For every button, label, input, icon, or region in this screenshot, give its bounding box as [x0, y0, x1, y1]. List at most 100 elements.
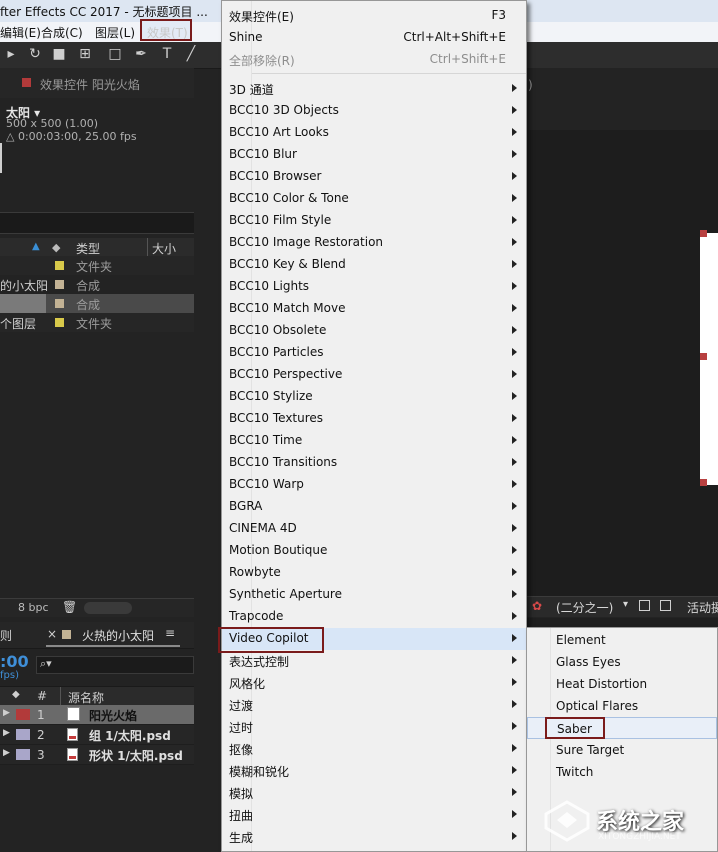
- expand-icon[interactable]: ▶: [3, 708, 10, 718]
- current-time[interactable]: :00: [0, 652, 29, 671]
- layer-row[interactable]: ▶ 1 阳光火焰: [0, 705, 194, 725]
- effect-menu-item[interactable]: 3D 通道: [222, 78, 526, 100]
- effect-menu-item[interactable]: BCC10 Transitions: [222, 452, 526, 474]
- chevron-down-icon[interactable]: ▾: [623, 599, 628, 610]
- menu-icon[interactable]: ≡: [165, 626, 175, 640]
- chevron-right-icon: [512, 810, 517, 818]
- submenu-item[interactable]: Twitch: [527, 761, 717, 783]
- effect-menu-item[interactable]: BCC10 3D Objects: [222, 100, 526, 122]
- layer-name[interactable]: 阳光火焰: [89, 707, 137, 724]
- effect-menu-item[interactable]: 风格化: [222, 672, 526, 694]
- effect-menu-item[interactable]: BCC10 Lights: [222, 276, 526, 298]
- channel-icon[interactable]: ✿: [532, 599, 542, 613]
- composition-viewer[interactable]: [526, 130, 718, 598]
- transform-handle[interactable]: [700, 479, 707, 486]
- layer-label-color[interactable]: [16, 709, 30, 720]
- submenu-item[interactable]: Sure Target: [527, 739, 717, 761]
- effect-menu-item[interactable]: BCC10 Image Restoration: [222, 232, 526, 254]
- effect-menu-item[interactable]: 模糊和锐化: [222, 760, 526, 782]
- menu-edit[interactable]: 编辑(E): [0, 24, 41, 41]
- text-icon[interactable]: T: [158, 45, 176, 63]
- effect-menu-item[interactable]: 过渡: [222, 694, 526, 716]
- effect-menu-item[interactable]: BCC10 Particles: [222, 342, 526, 364]
- project-item[interactable]: 个图层 文件夹: [0, 313, 194, 332]
- effect-menu-item[interactable]: BCC10 Art Looks: [222, 122, 526, 144]
- effect-controls-tab[interactable]: 效果控件 阳光火焰: [0, 68, 194, 98]
- effect-menu-item[interactable]: 过时: [222, 716, 526, 738]
- rotate-icon[interactable]: ↻: [26, 45, 44, 63]
- effect-menu-item[interactable]: 表达式控制: [222, 650, 526, 672]
- effect-menu-item[interactable]: 生成: [222, 826, 526, 848]
- composition-canvas[interactable]: [700, 230, 718, 486]
- pen-icon[interactable]: ✒: [132, 45, 150, 63]
- chevron-right-icon: [512, 480, 517, 488]
- scrollbar[interactable]: [84, 602, 132, 614]
- layer-label-color[interactable]: [16, 749, 30, 760]
- effect-menu-item[interactable]: 模拟: [222, 782, 526, 804]
- effect-menu-item[interactable]: CINEMA 4D: [222, 518, 526, 540]
- layer-name[interactable]: 形状 1/太阳.psd: [89, 747, 183, 764]
- project-search-input[interactable]: [0, 212, 194, 234]
- rectangle-icon[interactable]: □: [106, 45, 124, 63]
- effect-menu-item[interactable]: BCC10 Textures: [222, 408, 526, 430]
- effect-menu-item[interactable]: 扭曲: [222, 804, 526, 826]
- camera-icon[interactable]: ■: [50, 45, 68, 63]
- trash-icon[interactable]: 🗑: [62, 600, 77, 614]
- effect-menu-item[interactable]: BCC10 Color & Tone: [222, 188, 526, 210]
- hand-tool-icon[interactable]: ▸: [2, 45, 20, 63]
- brush-icon[interactable]: ╱: [182, 45, 200, 63]
- tab-prefix[interactable]: 则: [0, 627, 12, 644]
- submenu-item[interactable]: Heat Distortion: [527, 673, 717, 695]
- sort-arrow-icon[interactable]: ▲: [32, 241, 40, 252]
- submenu-item[interactable]: Optical Flares: [527, 695, 717, 717]
- effect-menu-item[interactable]: BCC10 Film Style: [222, 210, 526, 232]
- effect-menu-item[interactable]: 抠像: [222, 738, 526, 760]
- transform-handle[interactable]: [700, 230, 707, 237]
- submenu-item[interactable]: Element: [527, 629, 717, 651]
- effect-menu-item[interactable]: Synthetic Aperture: [222, 584, 526, 606]
- transform-handle[interactable]: [700, 353, 707, 360]
- region-icon[interactable]: [639, 600, 650, 611]
- effect-menu-item[interactable]: Motion Boutique: [222, 540, 526, 562]
- project-item-selected[interactable]: 合成: [0, 294, 194, 313]
- effect-menu-item[interactable]: BCC10 Blur: [222, 144, 526, 166]
- effect-menu-item[interactable]: BCC10 Key & Blend: [222, 254, 526, 276]
- close-icon[interactable]: ×: [47, 627, 57, 641]
- search-icon: ⌕▾: [40, 657, 52, 670]
- project-item[interactable]: 的小太阳 合成: [0, 275, 194, 294]
- effect-menu-item[interactable]: BCC10 Obsolete: [222, 320, 526, 342]
- timeline-search-input[interactable]: ⌕▾: [36, 656, 194, 674]
- menu-composition[interactable]: 合成(C): [41, 24, 83, 41]
- expand-icon[interactable]: ▶: [3, 748, 10, 758]
- column-size[interactable]: 大小: [152, 240, 176, 257]
- effect-menu-item[interactable]: BGRA: [222, 496, 526, 518]
- timeline-tab-label[interactable]: 火热的小太阳: [82, 627, 154, 644]
- expand-icon[interactable]: ▶: [3, 728, 10, 738]
- layer-label-color[interactable]: [16, 729, 30, 740]
- layer-name[interactable]: 组 1/太阳.psd: [89, 727, 171, 744]
- layer-row[interactable]: ▶ 2 组 1/太阳.psd: [0, 725, 194, 745]
- resolution-select[interactable]: (二分之一): [556, 599, 613, 616]
- effect-menu-item[interactable]: BCC10 Warp: [222, 474, 526, 496]
- transparency-icon[interactable]: [660, 600, 671, 611]
- submenu-item[interactable]: Glass Eyes: [527, 651, 717, 673]
- bit-depth-button[interactable]: 8 bpc: [18, 601, 49, 614]
- menu-layer[interactable]: 图层(L): [95, 24, 135, 41]
- effect-menu-item[interactable]: BCC10 Time: [222, 430, 526, 452]
- column-source-name[interactable]: 源名称: [68, 689, 104, 706]
- effect-menu-item[interactable]: BCC10 Match Move: [222, 298, 526, 320]
- menu-effect[interactable]: 效果(T): [140, 19, 192, 41]
- project-item[interactable]: 文件夹: [0, 256, 194, 275]
- effect-menu-item[interactable]: Rowbyte: [222, 562, 526, 584]
- effect-menu-item[interactable]: Shine Ctrl+Alt+Shift+E: [222, 27, 526, 49]
- effect-menu-item[interactable]: 效果控件(E) F3: [222, 5, 526, 27]
- effect-menu-item[interactable]: BCC10 Perspective: [222, 364, 526, 386]
- anchor-icon[interactable]: ⊞: [76, 45, 94, 63]
- effect-menu-item[interactable]: BCC10 Stylize: [222, 386, 526, 408]
- effect-menu-item[interactable]: Trapcode: [222, 606, 526, 628]
- project-footer: 8 bpc 🗑: [0, 598, 194, 617]
- layer-row[interactable]: ▶ 3 形状 1/太阳.psd: [0, 745, 194, 765]
- effect-menu-item[interactable]: BCC10 Browser: [222, 166, 526, 188]
- active-camera-select[interactable]: 活动摄: [687, 599, 718, 616]
- column-type[interactable]: 类型: [76, 240, 100, 257]
